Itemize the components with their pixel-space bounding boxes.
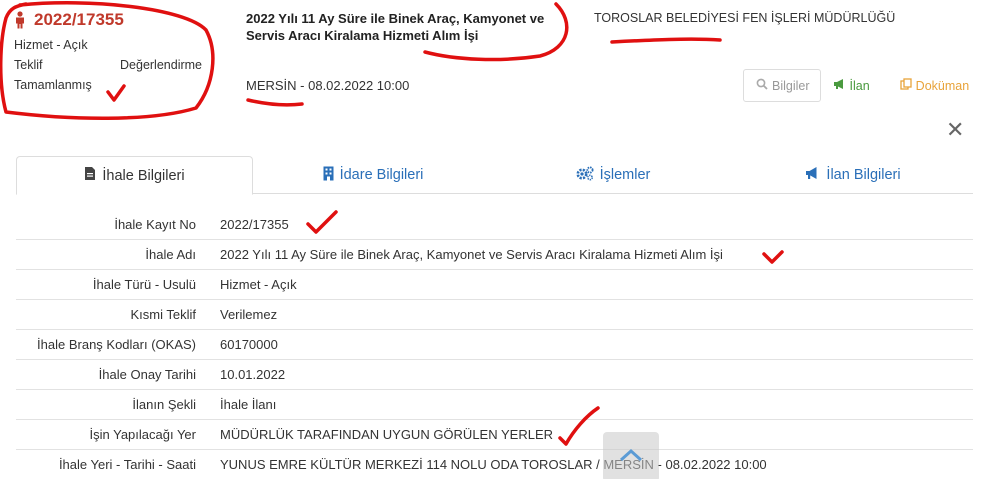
- ilan-button-label: İlan: [849, 78, 870, 93]
- table-row: İhale Yeri - Tarihi - Saati YUNUS EMRE K…: [16, 449, 973, 479]
- row-value: 2022/17355: [220, 216, 289, 232]
- table-row: İlanın Şekli İhale İlanı: [16, 389, 973, 419]
- row-key: İhale Türü - Usulü: [92, 277, 196, 292]
- row-key: İlanın Şekli: [132, 397, 196, 412]
- row-key: İşin Yapılacağı Yer: [89, 427, 197, 442]
- tab-ilan-bilgileri[interactable]: İlan Bilgileri: [733, 156, 973, 194]
- tab-label: İhale Bilgileri: [102, 167, 185, 184]
- gears-icon: [576, 166, 594, 185]
- tender-title: 2022 Yılı 11 Ay Süre ile Binek Araç, Kam…: [246, 11, 545, 43]
- tender-type: Hizmet - Açık: [14, 38, 88, 52]
- row-key: İhale Onay Tarihi: [98, 367, 196, 382]
- row-value: 2022 Yılı 11 Ay Süre ile Binek Araç, Kam…: [220, 247, 723, 262]
- status-completed: Tamamlanmış: [14, 78, 92, 92]
- action-buttons: Bilgiler İlan Doküman: [743, 69, 975, 102]
- details-table: İhale Kayıt No 2022/17355 İhale Adı 2022…: [16, 209, 973, 479]
- megaphone-icon: [833, 78, 846, 93]
- search-icon: [756, 78, 768, 93]
- info-button-label: Bilgiler: [772, 78, 810, 93]
- person-icon: [14, 11, 26, 29]
- file-icon: [84, 166, 96, 185]
- info-button[interactable]: Bilgiler: [743, 69, 821, 102]
- tab-ihale-bilgileri[interactable]: İhale Bilgileri: [16, 156, 253, 195]
- megaphone-icon: [805, 166, 820, 184]
- row-value: Verilemez: [220, 307, 278, 322]
- tender-status-row: Teklif Değerlendirme: [14, 58, 202, 73]
- copy-icon: [900, 78, 912, 93]
- ilan-button[interactable]: İlan: [827, 70, 876, 101]
- document-button-label: Doküman: [915, 78, 970, 93]
- table-row: İhale Branş Kodları (OKAS) 60170000: [16, 329, 973, 359]
- tender-summary: 2022/17355 Hizmet - Açık Teklif Değerlen…: [14, 10, 214, 93]
- row-key: İhale Yeri - Tarihi - Saati: [58, 457, 196, 472]
- row-value: YUNUS EMRE KÜLTÜR MERKEZİ 114 NOLU ODA T…: [220, 457, 767, 472]
- row-value: MÜDÜRLÜK TARAFINDAN UYGUN GÖRÜLEN YERLER: [220, 427, 553, 442]
- status-evaluation: Değerlendirme: [120, 58, 202, 72]
- ikn-row: 2022/17355: [14, 10, 214, 30]
- scroll-to-top-button[interactable]: [603, 432, 659, 479]
- tab-label: İşlemler: [599, 167, 651, 183]
- tender-header: 2022/17355 Hizmet - Açık Teklif Değerlen…: [0, 0, 987, 150]
- tab-islemler[interactable]: İşlemler: [493, 156, 733, 194]
- document-button[interactable]: Doküman: [894, 70, 976, 101]
- row-key: Kısmi Teklif: [130, 307, 197, 322]
- table-row: İhale Adı 2022 Yılı 11 Ay Süre ile Binek…: [16, 239, 973, 269]
- building-icon: [323, 166, 334, 185]
- row-value: 10.01.2022: [220, 367, 286, 382]
- row-key: İhale Adı: [145, 247, 196, 262]
- row-value: İhale İlanı: [220, 397, 277, 412]
- table-row: İhale Onay Tarihi 10.01.2022: [16, 359, 973, 389]
- location-date: MERSİN - 08.02.2022 10:00: [246, 78, 410, 93]
- ikn-number: 2022/17355: [34, 10, 124, 29]
- row-key: İhale Kayıt No: [114, 216, 196, 232]
- table-row: İhale Türü - Usulü Hizmet - Açık: [16, 269, 973, 299]
- tab-idare-bilgileri[interactable]: İdare Bilgileri: [253, 156, 493, 194]
- tab-label: İlan Bilgileri: [826, 167, 901, 183]
- row-value: Hizmet - Açık: [220, 277, 297, 292]
- tab-label: İdare Bilgileri: [339, 167, 424, 183]
- organization-name: TOROSLAR BELEDİYESİ FEN İŞLERİ MÜDÜRLÜĞÜ: [594, 11, 896, 25]
- row-key: İhale Branş Kodları (OKAS): [37, 337, 196, 352]
- tab-bar: İhale Bilgileri İdare Bilgileri İşlemler…: [16, 156, 973, 195]
- teklif-label: Teklif: [14, 58, 43, 72]
- close-icon[interactable]: ✕: [946, 119, 964, 141]
- table-row: İşin Yapılacağı Yer MÜDÜRLÜK TARAFINDAN …: [16, 419, 973, 449]
- chevron-up-icon: [619, 448, 643, 467]
- table-row: Kısmi Teklif Verilemez: [16, 299, 973, 329]
- row-value: 60170000: [220, 337, 278, 352]
- table-row: İhale Kayıt No 2022/17355: [16, 209, 973, 239]
